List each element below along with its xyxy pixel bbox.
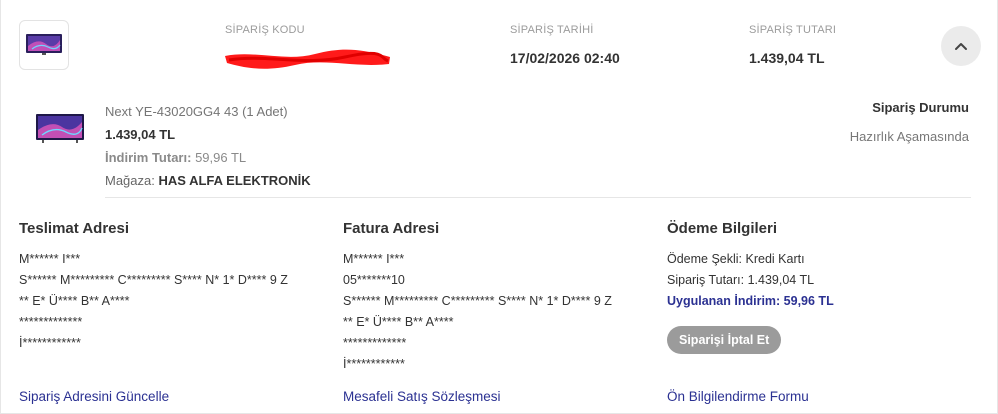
payment-total: Sipariş Tutarı: 1.439,04 TL	[667, 273, 815, 287]
order-status: Sipariş Durumu Hazırlık Aşamasında	[850, 100, 969, 144]
product-details: Next YE-43020GG4 43 (1 Adet) 1.439,04 TL…	[105, 100, 311, 192]
chevron-up-icon	[955, 43, 967, 50]
order-total-value: 1.439,04 TL	[749, 50, 825, 66]
order-code-label: SİPARİŞ KODU	[225, 24, 305, 36]
invoice-line: İ************	[343, 357, 405, 371]
product-price: 1.439,04 TL	[105, 127, 176, 142]
order-date-col: SİPARİŞ TARİHİ 17/02/2026 02:40	[510, 24, 620, 66]
collapse-button[interactable]	[941, 26, 981, 66]
order-total-label: SİPARİŞ TUTARI	[749, 24, 837, 36]
order-status-title: Sipariş Durumu	[872, 100, 969, 115]
discount-value: 59,96 TL	[195, 150, 247, 165]
order-card: SİPARİŞ KODU SİPARİŞ TARİHİ 17/02/2026 0…	[0, 0, 998, 414]
order-date-value: 17/02/2026 02:40	[510, 50, 620, 66]
preliminary-info-form-link[interactable]: Ön Bilgilendirme Formu	[667, 389, 809, 404]
delivery-address: Teslimat Adresi M****** I*** S****** M**…	[19, 220, 288, 354]
order-code-redacted	[225, 48, 390, 69]
divider	[105, 197, 971, 198]
cancel-order-button[interactable]: Siparişi İptal Et	[667, 326, 782, 354]
product-thumbnail[interactable]	[19, 20, 69, 70]
invoice-line: M****** I***	[343, 252, 405, 266]
order-date-label: SİPARİŞ TARİHİ	[510, 24, 594, 36]
order-total-col: SİPARİŞ TUTARI 1.439,04 TL	[749, 24, 836, 66]
delivery-line: S****** M********* C********* S**** N* 1…	[19, 273, 288, 287]
delivery-line: İ************	[19, 336, 81, 350]
discount-label: İndirim Tutarı:	[105, 150, 192, 165]
payment-method: Ödeme Şekli: Kredi Kartı	[667, 252, 805, 266]
delivery-line: M****** I***	[19, 252, 81, 266]
invoice-line: 05*******10	[343, 273, 405, 287]
invoice-line: ** E* Ü**** B** A****	[343, 315, 454, 329]
invoice-address-title: Fatura Adresi	[343, 220, 440, 237]
tv-image	[26, 34, 62, 55]
store-name[interactable]: HAS ALFA ELEKTRONİK	[159, 173, 311, 188]
delivery-address-title: Teslimat Adresi	[19, 220, 130, 237]
distance-sales-contract-link[interactable]: Mesafeli Satış Sözleşmesi	[343, 389, 501, 404]
invoice-line: *************	[343, 336, 407, 350]
product-discount: İndirim Tutarı: 59,96 TL	[105, 146, 311, 169]
product-name[interactable]: Next YE-43020GG4 43 (1 Adet)	[105, 100, 311, 123]
delivery-line: ** E* Ü**** B** A****	[19, 294, 130, 308]
payment-info: Ödeme Bilgileri Ödeme Şekli: Kredi Kartı…	[667, 220, 834, 354]
order-status-value: Hazırlık Aşamasında	[849, 129, 969, 144]
invoice-address: Fatura Adresi M****** I*** 05*******10 S…	[343, 220, 612, 375]
order-code-col: SİPARİŞ KODU	[225, 24, 390, 71]
product-tv-image[interactable]	[36, 114, 84, 144]
store-label: Mağaza:	[105, 173, 155, 188]
payment-info-title: Ödeme Bilgileri	[667, 220, 778, 237]
invoice-line: S****** M********* C********* S**** N* 1…	[343, 294, 612, 308]
delivery-line: *************	[19, 315, 83, 329]
payment-discount: Uygulanan İndirim: 59,96 TL	[667, 294, 834, 308]
update-address-link[interactable]: Sipariş Adresini Güncelle	[19, 389, 169, 404]
product-store: Mağaza: HAS ALFA ELEKTRONİK	[105, 169, 311, 192]
